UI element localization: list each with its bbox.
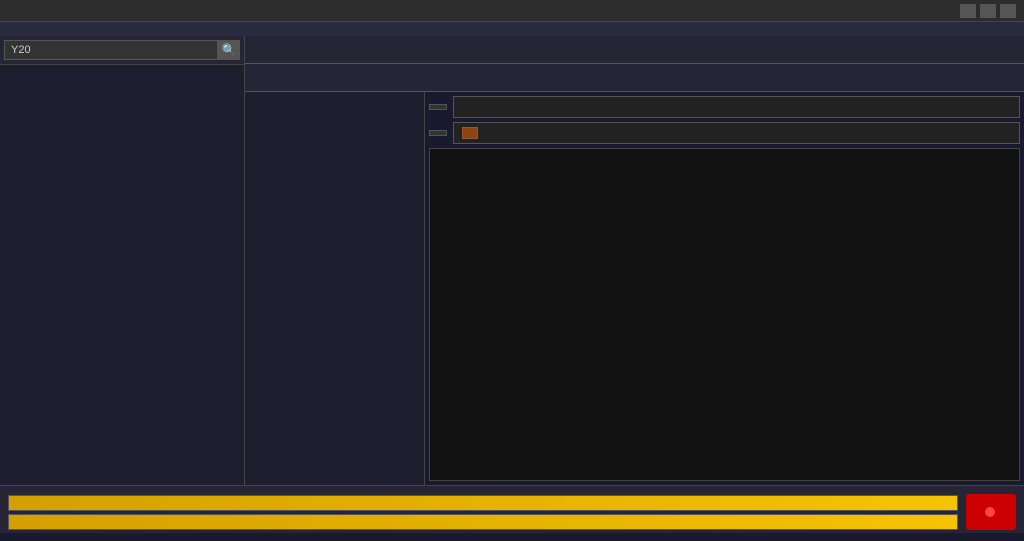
progress-fill-1 xyxy=(9,496,957,510)
top-toolbar xyxy=(245,36,1024,64)
full-bottom xyxy=(8,494,1016,530)
search-button[interactable]: 🔍 xyxy=(218,40,240,60)
title-bar xyxy=(0,0,1024,22)
tabs-bar xyxy=(245,64,1024,92)
left-panel: 🔍 xyxy=(0,36,245,485)
com-value xyxy=(453,122,1020,144)
options-panel xyxy=(245,92,425,485)
progress-row-1 xyxy=(8,495,958,511)
progress-section xyxy=(8,495,958,530)
progress-bar-2 xyxy=(8,514,958,530)
com-row xyxy=(429,122,1020,144)
minimize-button[interactable] xyxy=(960,4,976,18)
progress-row-2 xyxy=(8,514,958,530)
com-label xyxy=(429,130,447,136)
close-button[interactable] xyxy=(1000,4,1016,18)
maximize-button[interactable] xyxy=(980,4,996,18)
usb-value xyxy=(453,96,1020,118)
bottom-bar xyxy=(0,485,1024,533)
log-area[interactable] xyxy=(429,148,1020,481)
search-input[interactable] xyxy=(4,40,218,60)
main-layout: 🔍 xyxy=(0,36,1024,485)
stop-dot-icon xyxy=(985,507,995,517)
info-panel xyxy=(425,92,1024,485)
progress-fill-2 xyxy=(9,515,957,529)
right-panel xyxy=(245,36,1024,485)
search-bar: 🔍 xyxy=(0,36,244,65)
usb-row xyxy=(429,96,1020,118)
usb-label xyxy=(429,104,447,110)
progress-bar-1 xyxy=(8,495,958,511)
com-icon xyxy=(462,127,478,139)
title-controls xyxy=(960,4,1016,18)
device-list xyxy=(0,65,244,485)
content-area xyxy=(245,92,1024,485)
brands-section xyxy=(0,22,1024,36)
stop-button[interactable] xyxy=(966,494,1016,530)
